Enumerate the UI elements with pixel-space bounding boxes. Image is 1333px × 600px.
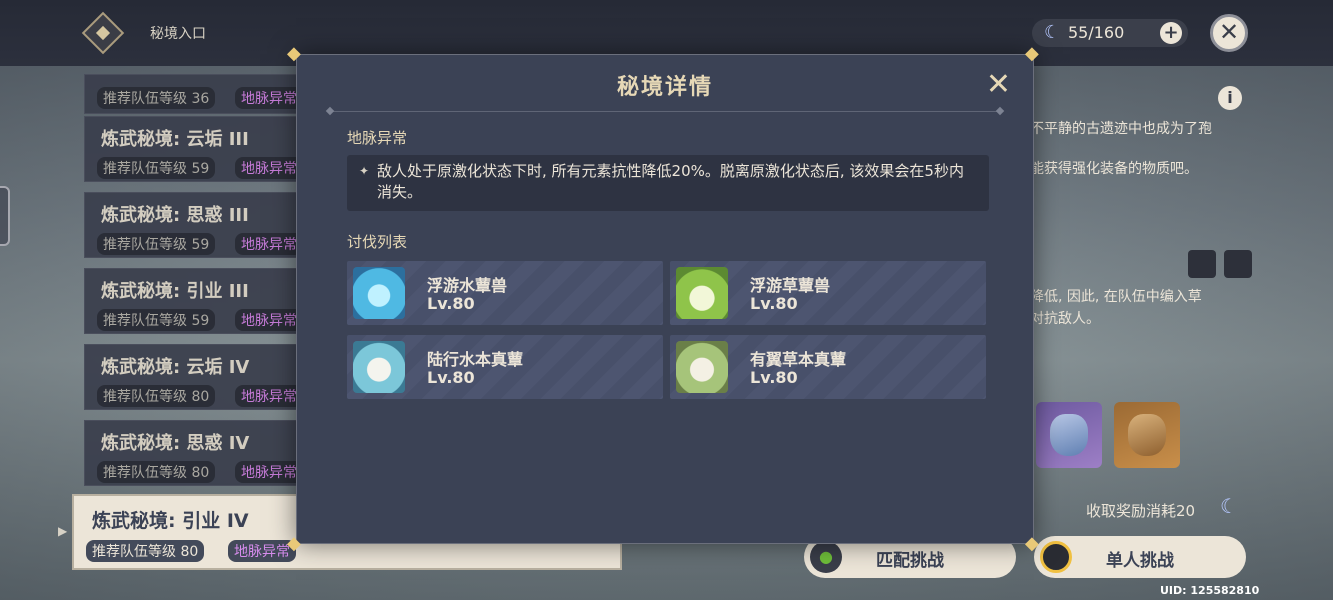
ley-line-anomaly-badge: 地脉异常 [235,385,303,407]
dendro-element-icon [1188,250,1216,278]
electro-element-icon [1224,250,1252,278]
list-item[interactable]: 炼武秘境: 思惑 III 推荐队伍等级 59 地脉异常 [84,192,314,258]
description-text: 不平静的古遗迹中也成为了孢 [1030,121,1212,137]
info-icon[interactable]: i [1218,86,1242,110]
recommended-level: 推荐队伍等级 59 [97,309,216,331]
domain-detail-panel: i 不平静的古遗迹中也成为了孢 能获得强化装备的物质吧。 降低, 因此, 在队伍… [1030,66,1333,600]
corner-ornament-icon: ◆ [1025,43,1039,64]
enemy-card[interactable]: 有翼草本真蕈 Lv.80 [670,335,986,399]
ley-line-anomaly-badge: 地脉异常 [228,540,296,562]
page-title: 秘境入口 [150,26,206,42]
description-text: 降低, 因此, 在队伍中编入草 [1030,289,1202,305]
anomaly-description: ✦ 敌人处于原激化状态下时, 所有元素抗性降低20%。脱离原激化状态后, 该效果… [347,155,989,211]
domain-name: 炼武秘境: 思惑 IV [101,433,250,454]
corner-ornament-icon: ◆ [287,43,301,64]
hydro-fungus-portrait-icon [353,267,405,319]
list-item[interactable]: 炼武秘境: 思惑 IV 推荐队伍等级 80 地脉异常 [84,420,314,486]
anomaly-section-label: 地脉异常 [347,129,408,147]
enemy-name: 浮游水蕈兽 [427,276,508,295]
ley-line-anomaly-badge: 地脉异常 [235,87,303,109]
list-tab-handle[interactable] [0,186,10,246]
reward-item[interactable] [1036,402,1102,468]
list-item[interactable]: 推荐队伍等级 36 地脉异常 [84,74,314,114]
ley-line-anomaly-badge: 地脉异常 [235,157,303,179]
plus-icon[interactable]: + [1160,22,1182,44]
recommended-level: 推荐队伍等级 59 [97,157,216,179]
domain-name: 炼武秘境: 引业 IV [92,510,249,532]
enemy-level: Lv.80 [427,368,475,387]
close-icon[interactable]: ✕ [1210,14,1248,52]
ley-line-anomaly-badge: 地脉异常 [235,233,303,255]
recommended-level: 推荐队伍等级 80 [97,461,216,483]
enemy-list-label: 讨伐列表 [347,233,408,251]
modal-title: 秘境详情 [616,75,713,100]
recommended-level: 推荐队伍等级 59 [97,233,216,255]
moon-icon: ☾ [1220,494,1238,518]
close-icon[interactable]: ✕ [986,67,1011,102]
dendro-fungus-sage-portrait-icon [676,341,728,393]
ley-line-anomaly-badge: 地脉异常 [235,309,303,331]
domain-name: 炼武秘境: 云垢 IV [101,357,250,378]
domain-details-modal: ◆ ◆ ◆ ◆ 秘境详情 ✕ 地脉异常 ✦ 敌人处于原激化状态下时, 所有元素抗… [287,45,1039,553]
description-text: 对抗敌人。 [1030,311,1100,327]
selected-arrow-icon: ▶ [58,524,68,538]
co-op-challenge-label: 匹配挑战 [876,551,944,571]
resin-counter: ☾ 55/160 + [1032,19,1188,47]
divider [327,111,1003,112]
moon-icon: ☾ [1044,22,1061,43]
corner-ornament-icon: ◆ [1025,533,1039,554]
domain-name: 炼武秘境: 云垢 III [101,129,249,150]
domain-name: 炼武秘境: 引业 III [101,281,249,302]
anomaly-text: 敌人处于原激化状态下时, 所有元素抗性降低20%。脱离原激化状态后, 该效果会在… [377,162,964,201]
enemy-name: 有翼草本真蕈 [750,350,847,369]
recommended-level: 推荐队伍等级 36 [97,87,216,109]
material-icon [1050,414,1088,456]
corner-ornament-icon: ◆ [287,533,301,554]
recommended-level: 推荐队伍等级 80 [97,385,216,407]
resin-value: 55/160 [1068,23,1125,42]
recommended-level: 推荐队伍等级 80 [86,540,205,562]
enemy-card[interactable]: 浮游草蕈兽 Lv.80 [670,261,986,325]
sparkle-icon: ✦ [359,164,370,178]
enemy-name: 陆行水本真蕈 [427,350,524,369]
hydro-fungus-sage-portrait-icon [353,341,405,393]
enemy-level: Lv.80 [750,368,798,387]
domain-list: 推荐队伍等级 36 地脉异常 炼武秘境: 云垢 III 推荐队伍等级 59 地脉… [0,66,622,600]
domain-entrance-icon [81,11,125,55]
uid-text: UID: 125582810 [1160,584,1260,597]
reward-item[interactable] [1114,402,1180,468]
solo-challenge-label: 单人挑战 [1106,551,1174,571]
enemy-card[interactable]: 陆行水本真蕈 Lv.80 [347,335,663,399]
solo-challenge-button[interactable]: ● 单人挑战 [1034,536,1246,578]
list-item[interactable]: 炼武秘境: 云垢 III 推荐队伍等级 59 地脉异常 [84,116,314,182]
list-item[interactable]: 炼武秘境: 云垢 IV 推荐队伍等级 80 地脉异常 [84,344,314,410]
enemy-level: Lv.80 [750,294,798,313]
reward-cost-text: 收取奖励消耗20 [1086,502,1196,520]
ley-line-anomaly-badge: 地脉异常 [235,461,303,483]
material-icon [1128,414,1166,456]
domain-name: 炼武秘境: 思惑 III [101,205,249,226]
list-item[interactable]: 炼武秘境: 引业 III 推荐队伍等级 59 地脉异常 [84,268,314,334]
dendro-fungus-portrait-icon [676,267,728,319]
enemy-name: 浮游草蕈兽 [750,276,831,295]
enemy-card[interactable]: 浮游水蕈兽 Lv.80 [347,261,663,325]
enemy-level: Lv.80 [427,294,475,313]
description-text: 能获得强化装备的物质吧。 [1030,161,1198,177]
